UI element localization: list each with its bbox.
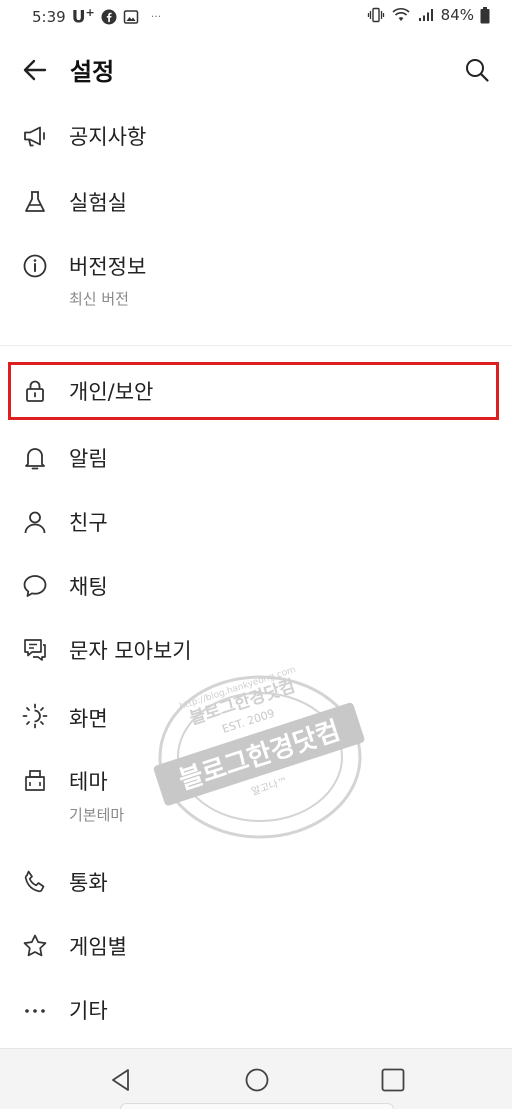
more-dots-icon [22, 997, 48, 1023]
square-recents-icon [381, 1068, 405, 1092]
facebook-icon [101, 9, 117, 25]
menu-label: 버전정보 [69, 255, 147, 279]
menu-label: 통화 [69, 871, 108, 895]
menu-item-lab[interactable]: 실험실 [0, 169, 512, 233]
menu-label: 기타 [69, 999, 108, 1023]
menu-item-chat[interactable]: 채팅 [0, 554, 512, 618]
person-icon [22, 509, 48, 535]
nav-recents-button[interactable] [376, 1063, 410, 1097]
star-icon [22, 933, 48, 959]
highlight-box [8, 362, 499, 420]
theme-brush-icon [22, 768, 48, 794]
nav-home-button[interactable] [240, 1063, 274, 1097]
triangle-back-icon [112, 1069, 129, 1091]
status-bar: 5:39 U+ ··· 84% [0, 0, 512, 34]
status-time: 5:39 [32, 7, 66, 26]
section-divider [0, 345, 512, 346]
phone-icon [22, 869, 48, 895]
menu-label: 친구 [69, 511, 108, 535]
bell-icon [22, 445, 48, 471]
menu-item-sms-collection[interactable]: 문자 모아보기 [0, 618, 512, 682]
menu-item-display[interactable]: 화면 [0, 682, 512, 750]
menu-label: 알림 [69, 447, 108, 471]
menu-item-notice[interactable]: 공지사항 [0, 104, 512, 168]
menu-sublabel: 기본테마 [69, 806, 125, 824]
wifi-icon [391, 7, 411, 23]
carrier-sup: + [85, 6, 95, 19]
chat-bubble-icon [22, 573, 48, 599]
arrow-left-icon [23, 59, 47, 81]
menu-label: 화면 [69, 707, 108, 731]
status-carrier: U+ [72, 6, 95, 28]
vibrate-icon [367, 7, 385, 23]
menu-item-friends[interactable]: 친구 [0, 490, 512, 554]
back-button[interactable] [20, 55, 50, 85]
navigation-bar [0, 1048, 512, 1109]
nav-back-button[interactable] [104, 1063, 138, 1097]
status-right: 84% [367, 6, 490, 24]
menu-label: 공지사항 [69, 125, 147, 149]
menu-item-version[interactable]: 버전정보 최신 버전 [0, 236, 512, 332]
settings-screen: 5:39 U+ ··· 84% 설정 공지사항 실험실 버전정보 최신 버전 개… [0, 0, 512, 1109]
status-left: 5:39 U+ ··· [32, 6, 161, 28]
menu-sublabel: 최신 버전 [69, 290, 129, 308]
gallery-icon [123, 9, 139, 25]
search-button[interactable] [462, 55, 492, 85]
menu-label: 테마 [69, 770, 108, 794]
menu-label: 문자 모아보기 [69, 639, 192, 663]
nav-gesture-handle [120, 1103, 394, 1109]
menu-label: 게임별 [69, 935, 127, 959]
menu-item-etc[interactable]: 기타 [0, 978, 512, 1042]
menu-item-notification[interactable]: 알림 [0, 426, 512, 490]
menu-item-theme[interactable]: 테마 기본테마 [0, 750, 512, 850]
circle-home-icon [245, 1068, 269, 1092]
brightness-icon [22, 703, 48, 729]
menu-item-call[interactable]: 통화 [0, 850, 512, 914]
search-icon [466, 59, 489, 82]
status-battery: 84% [440, 6, 474, 24]
status-more: ··· [150, 10, 162, 24]
flask-icon [22, 189, 48, 215]
megaphone-icon [22, 123, 48, 149]
menu-label: 실험실 [69, 191, 127, 215]
signal-icon [417, 7, 435, 23]
header-bar: 설정 [0, 34, 512, 104]
sms-icon [22, 637, 48, 663]
battery-icon [480, 6, 490, 24]
page-title: 설정 [70, 58, 115, 86]
menu-label: 채팅 [69, 575, 108, 599]
menu-item-game-star[interactable]: 게임별 [0, 914, 512, 978]
carrier-text: U [71, 7, 86, 28]
info-icon [22, 253, 48, 279]
